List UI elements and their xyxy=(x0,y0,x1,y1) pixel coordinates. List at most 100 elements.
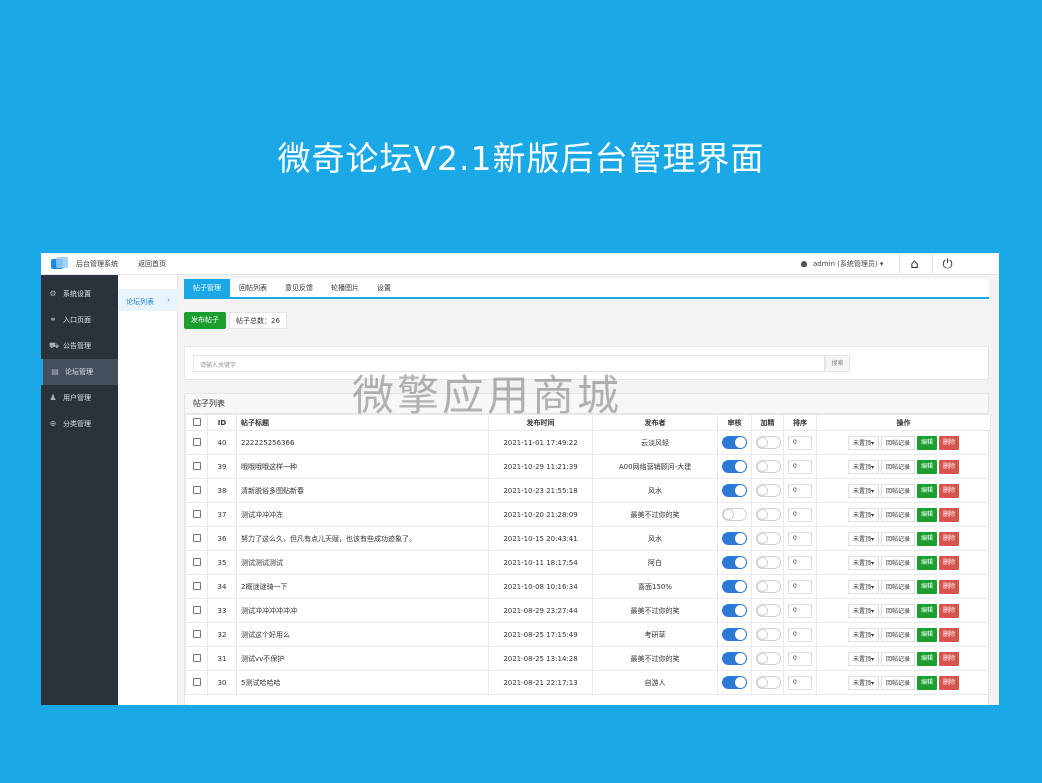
replies-button[interactable]: 回帖记录 xyxy=(880,579,915,594)
tab[interactable]: 回帖列表 xyxy=(230,279,276,297)
audit-toggle[interactable] xyxy=(722,532,747,545)
replies-button[interactable]: 回帖记录 xyxy=(880,627,915,642)
delete-button[interactable]: 删除 xyxy=(939,603,960,618)
featured-toggle[interactable] xyxy=(756,652,781,665)
row-checkbox[interactable] xyxy=(192,437,201,446)
edit-button[interactable]: 编辑 xyxy=(917,531,938,546)
edit-button[interactable]: 编辑 xyxy=(917,555,938,570)
audit-toggle[interactable] xyxy=(722,676,747,689)
tab[interactable]: 设置 xyxy=(368,279,400,297)
row-title[interactable]: 2概谜谜骑一下 xyxy=(236,574,489,599)
replies-button[interactable]: 回帖记录 xyxy=(880,603,915,618)
delete-button[interactable]: 删除 xyxy=(939,483,960,498)
row-title[interactable]: 测试测试测试 xyxy=(236,550,489,575)
sort-input[interactable]: 0 xyxy=(788,435,812,450)
row-checkbox[interactable] xyxy=(192,605,201,614)
top-dropdown[interactable]: 未置顶▾ xyxy=(847,579,879,594)
sort-input[interactable]: 0 xyxy=(788,483,812,498)
delete-button[interactable]: 删除 xyxy=(939,627,960,642)
select-all-header[interactable] xyxy=(185,414,208,431)
replies-button[interactable]: 回帖记录 xyxy=(880,435,915,450)
edit-button[interactable]: 编辑 xyxy=(917,483,938,498)
sidebar-item[interactable]: ▤ 论坛管理 xyxy=(41,359,118,385)
sidebar-item[interactable]: ⛟ 公告管理 xyxy=(41,333,118,359)
row-checkbox[interactable] xyxy=(192,461,201,470)
sort-input[interactable]: 0 xyxy=(788,507,812,522)
subnav-forum-list[interactable]: 论坛列表 › xyxy=(118,289,178,311)
featured-toggle[interactable] xyxy=(756,556,781,569)
publish-post-button[interactable]: 发布帖子 xyxy=(184,312,226,329)
top-dropdown[interactable]: 未置顶▾ xyxy=(847,651,879,666)
top-dropdown[interactable]: 未置顶▾ xyxy=(847,531,879,546)
audit-toggle[interactable] xyxy=(722,628,747,641)
sort-input[interactable]: 0 xyxy=(788,651,812,666)
featured-toggle[interactable] xyxy=(756,532,781,545)
delete-button[interactable]: 删除 xyxy=(939,507,960,522)
replies-button[interactable]: 回帖记录 xyxy=(880,531,915,546)
tab[interactable]: 帖子管理 xyxy=(184,279,230,297)
delete-button[interactable]: 删除 xyxy=(939,459,960,474)
row-title[interactable]: 努力了这么久，但凡有点儿天赋，也该有些成功迹象了。 xyxy=(236,526,489,551)
row-title[interactable]: 5测试哈哈哈 xyxy=(236,670,489,695)
delete-button[interactable]: 删除 xyxy=(939,435,960,450)
sidebar-item[interactable]: ♟ 用户管理 xyxy=(41,385,118,411)
home-button[interactable]: ⌂ xyxy=(899,253,929,275)
top-dropdown[interactable]: 未置顶▾ xyxy=(847,435,879,450)
delete-button[interactable]: 删除 xyxy=(939,579,960,594)
sort-input[interactable]: 0 xyxy=(788,675,812,690)
row-checkbox[interactable] xyxy=(192,581,201,590)
tab[interactable]: 意见反馈 xyxy=(276,279,322,297)
select-all-checkbox[interactable] xyxy=(192,417,201,426)
sort-input[interactable]: 0 xyxy=(788,603,812,618)
featured-toggle[interactable] xyxy=(756,460,781,473)
user-menu[interactable]: admin (系统管理员) ▾ xyxy=(801,259,883,269)
tab[interactable]: 轮播图片 xyxy=(322,279,368,297)
row-title[interactable]: 测试vv不保护 xyxy=(236,646,489,671)
audit-toggle[interactable] xyxy=(722,604,747,617)
top-dropdown[interactable]: 未置顶▾ xyxy=(847,507,879,522)
row-title[interactable]: 哦哦哦哦这样一种 xyxy=(236,454,489,479)
replies-button[interactable]: 回帖记录 xyxy=(880,507,915,522)
row-title[interactable]: 测试冲冲冲冲冲冲 xyxy=(236,598,489,623)
top-dropdown[interactable]: 未置顶▾ xyxy=(847,459,879,474)
sort-input[interactable]: 0 xyxy=(788,627,812,642)
top-dropdown[interactable]: 未置顶▾ xyxy=(847,603,879,618)
edit-button[interactable]: 编辑 xyxy=(917,507,938,522)
edit-button[interactable]: 编辑 xyxy=(917,651,938,666)
row-checkbox[interactable] xyxy=(192,653,201,662)
top-dropdown[interactable]: 未置顶▾ xyxy=(847,555,879,570)
row-title[interactable]: 清新脱俗多图贴新春 xyxy=(236,478,489,503)
edit-button[interactable]: 编辑 xyxy=(917,579,938,594)
search-button[interactable]: 搜索 xyxy=(825,355,850,372)
sidebar-item[interactable]: ⚙ 系统设置 xyxy=(41,281,118,307)
top-dropdown[interactable]: 未置顶▾ xyxy=(847,675,879,690)
edit-button[interactable]: 编辑 xyxy=(917,603,938,618)
sort-input[interactable]: 0 xyxy=(788,579,812,594)
edit-button[interactable]: 编辑 xyxy=(917,459,938,474)
sort-input[interactable]: 0 xyxy=(788,459,812,474)
featured-toggle[interactable] xyxy=(756,676,781,689)
top-dropdown[interactable]: 未置顶▾ xyxy=(847,483,879,498)
delete-button[interactable]: 删除 xyxy=(939,675,960,690)
replies-button[interactable]: 回帖记录 xyxy=(880,483,915,498)
back-home-link[interactable]: 返回首页 xyxy=(138,259,166,269)
delete-button[interactable]: 删除 xyxy=(939,531,960,546)
audit-toggle[interactable] xyxy=(722,652,747,665)
logout-button[interactable]: ⏻ xyxy=(932,253,962,275)
row-checkbox[interactable] xyxy=(192,557,201,566)
audit-toggle[interactable] xyxy=(722,556,747,569)
audit-toggle[interactable] xyxy=(722,580,747,593)
featured-toggle[interactable] xyxy=(756,628,781,641)
row-checkbox[interactable] xyxy=(192,509,201,518)
audit-toggle[interactable] xyxy=(722,436,747,449)
featured-toggle[interactable] xyxy=(756,484,781,497)
featured-toggle[interactable] xyxy=(756,580,781,593)
sidebar-item[interactable]: ⚭ 入口页面 xyxy=(41,307,118,333)
delete-button[interactable]: 删除 xyxy=(939,555,960,570)
replies-button[interactable]: 回帖记录 xyxy=(880,675,915,690)
row-checkbox[interactable] xyxy=(192,485,201,494)
row-checkbox[interactable] xyxy=(192,677,201,686)
edit-button[interactable]: 编辑 xyxy=(917,675,938,690)
top-dropdown[interactable]: 未置顶▾ xyxy=(847,627,879,642)
row-title[interactable]: 测试这个好用么 xyxy=(236,622,489,647)
